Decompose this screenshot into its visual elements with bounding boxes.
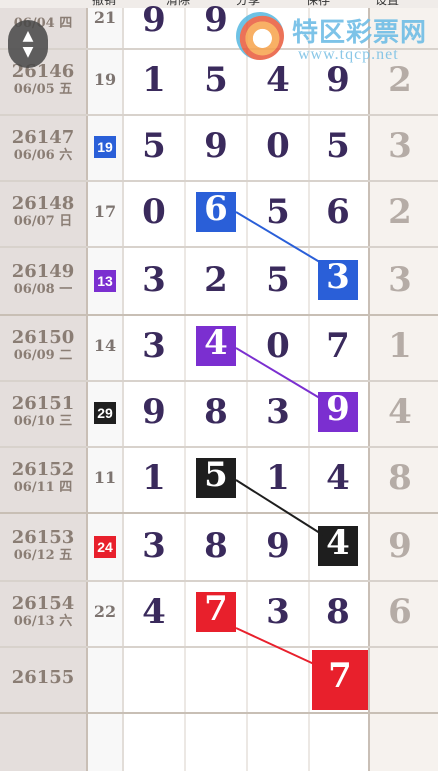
trend-lines [235, 211, 324, 665]
logo-icon [236, 12, 284, 60]
logo-name: 特区彩票网 [292, 18, 428, 48]
chevron-up-icon: ▲ [22, 28, 34, 44]
scroll-nav-button[interactable]: ▲ ▼ [8, 20, 48, 68]
trend-line-red [235, 627, 315, 665]
trend-line-purple [235, 347, 324, 401]
trend-line-black [235, 479, 324, 536]
logo-url: www.tqcp.net [298, 46, 399, 63]
chevron-down-icon: ▼ [22, 44, 34, 60]
trend-line-blue [235, 211, 324, 265]
site-logo: 特区彩票网 www.tqcp.net [236, 10, 436, 70]
